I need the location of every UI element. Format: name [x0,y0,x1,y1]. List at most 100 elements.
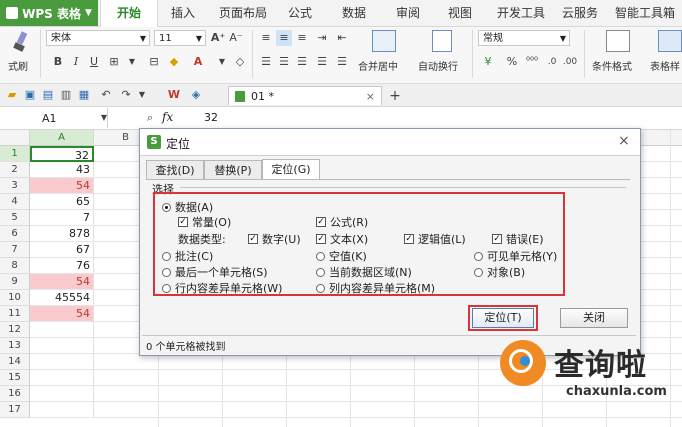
radio-row-differences[interactable]: 行内容差异单元格(W) [162,280,282,296]
row-header[interactable]: 8 [0,258,30,274]
tab-replace[interactable]: 替换(P) [204,160,262,179]
wps-home-icon[interactable]: W [166,87,182,103]
cell-a[interactable]: 54 [30,306,94,322]
merge-center-icon[interactable] [372,30,396,52]
cell-a[interactable]: 45554 [30,290,94,306]
cell-a[interactable]: 65 [30,194,94,210]
cell-a[interactable] [30,370,94,386]
checkbox-number[interactable]: ✓ 数字(U) [248,231,301,247]
cell-a[interactable] [30,386,94,402]
tab-cloud[interactable]: 云服务 [556,0,604,26]
radio-data[interactable]: 数据(A) [162,199,213,215]
row-header[interactable]: 6 [0,226,30,242]
save-icon[interactable]: ▣ [22,87,38,103]
increase-decimal-icon[interactable]: .0 [544,54,560,70]
decrease-decimal-icon[interactable]: .00 [562,54,578,70]
cell-a[interactable] [30,322,94,338]
radio-object[interactable]: 对象(B) [474,264,525,280]
tab-home[interactable]: 开始 [100,0,158,27]
app-menu-button[interactable]: WPS 表格 ▼ [0,0,98,26]
row-header[interactable]: 3 [0,178,30,194]
name-box[interactable]: A1 [0,108,108,128]
undo-icon[interactable]: ↶ [98,87,114,103]
function-icon[interactable]: fx [162,110,173,124]
table-style-icon[interactable] [658,30,682,52]
table-style-label[interactable]: 表格样 [650,58,682,73]
close-icon[interactable]: × [618,133,630,149]
decrease-font-icon[interactable]: A⁻ [228,30,244,46]
row-header[interactable]: 12 [0,322,30,338]
row-header[interactable]: 15 [0,370,30,386]
increase-font-icon[interactable]: A⁺ [210,30,226,46]
comma-icon[interactable]: ⁰⁰⁰ [524,54,540,70]
bold-icon[interactable]: B [50,54,66,70]
distribute-icon[interactable]: ☰ [334,54,350,70]
merge-center-label[interactable]: 合并居中 [358,58,398,73]
conditional-format-label[interactable]: 条件格式 [592,58,632,73]
cell-a[interactable] [30,354,94,370]
cell-a[interactable]: 43 [30,162,94,178]
tab-developer[interactable]: 开发工具 [492,0,550,26]
justify-icon[interactable]: ☰ [314,54,330,70]
tab-formulas[interactable]: 公式 [280,0,320,26]
cell-a[interactable]: 878 [30,226,94,242]
radio-comment[interactable]: 批注(C) [162,248,213,264]
font-size-select[interactable]: 11 ▼ [154,30,206,46]
new-tab-icon[interactable]: + [387,88,403,104]
tab-review[interactable]: 审阅 [388,0,428,26]
font-name-select[interactable]: 宋体 ▼ [46,30,150,46]
clear-icon[interactable]: ◇ [232,54,248,70]
percent-icon[interactable]: % [504,54,520,70]
row-header[interactable]: 14 [0,354,30,370]
close-button[interactable]: 关闭 [560,308,628,328]
conditional-format-icon[interactable] [606,30,630,52]
row-header[interactable]: 9 [0,274,30,290]
tab-view[interactable]: 视图 [440,0,480,26]
chevron-down-icon[interactable]: ▼ [134,87,150,103]
locate-button[interactable]: 定位(T) [472,308,534,328]
zoom-icon[interactable]: ⌕ [142,110,158,126]
brush-icon[interactable] [10,30,34,52]
row-header[interactable]: 11 [0,306,30,322]
checkbox-error[interactable]: ✓ 错误(E) [492,231,544,247]
radio-visible-cells[interactable]: 可见单元格(Y) [474,248,557,264]
chevron-down-icon[interactable]: ▼ [124,54,140,70]
tab-smart-tools[interactable]: 智能工具箱 [608,0,682,26]
row-header[interactable]: 17 [0,402,30,418]
row-header[interactable]: 2 [0,162,30,178]
align-bottom-icon[interactable]: ≡ [294,30,310,46]
align-center-icon[interactable]: ☰ [276,54,292,70]
radio-column-differences[interactable]: 列内容差异单元格(M) [316,280,435,296]
cell-a[interactable]: 7 [30,210,94,226]
radio-last-cell[interactable]: 最后一个单元格(S) [162,264,268,280]
font-color-icon[interactable]: A [190,54,206,70]
cell-a[interactable] [30,338,94,354]
align-right-icon[interactable]: ☰ [294,54,310,70]
document-tab[interactable]: 01 * × [228,86,382,105]
row-header[interactable]: 7 [0,242,30,258]
export-pdf-icon[interactable]: ▤ [40,87,56,103]
row-header[interactable]: 16 [0,386,30,402]
merge-icon[interactable]: ⊟ [146,54,162,70]
column-header-a[interactable]: A [30,130,94,145]
align-top-icon[interactable]: ≡ [258,30,274,46]
radio-current-region[interactable]: 当前数据区域(N) [316,264,412,280]
cell-a[interactable] [30,402,94,418]
border-icon[interactable]: ⊞ [106,54,122,70]
select-all-corner[interactable] [0,130,30,145]
print-icon[interactable]: ▥ [58,87,74,103]
chevron-down-icon[interactable]: ▼ [96,110,112,126]
underline-icon[interactable]: U [86,54,102,70]
cell-a[interactable]: 76 [30,258,94,274]
number-format-select[interactable]: 常规 ▼ [478,30,570,46]
tab-goto[interactable]: 定位(G) [262,159,320,180]
tab-data[interactable]: 数据 [334,0,374,26]
checkbox-text[interactable]: ✓ 文本(X) [316,231,368,247]
redo-icon[interactable]: ↷ [118,87,134,103]
checkbox-constant[interactable]: ✓ 常量(O) [178,214,231,230]
cell-a[interactable]: 67 [30,242,94,258]
tab-page-layout[interactable]: 页面布局 [212,0,274,26]
chevron-down-icon[interactable]: ▼ [214,54,230,70]
row-header[interactable]: 4 [0,194,30,210]
checkbox-formula[interactable]: ✓ 公式(R) [316,214,368,230]
